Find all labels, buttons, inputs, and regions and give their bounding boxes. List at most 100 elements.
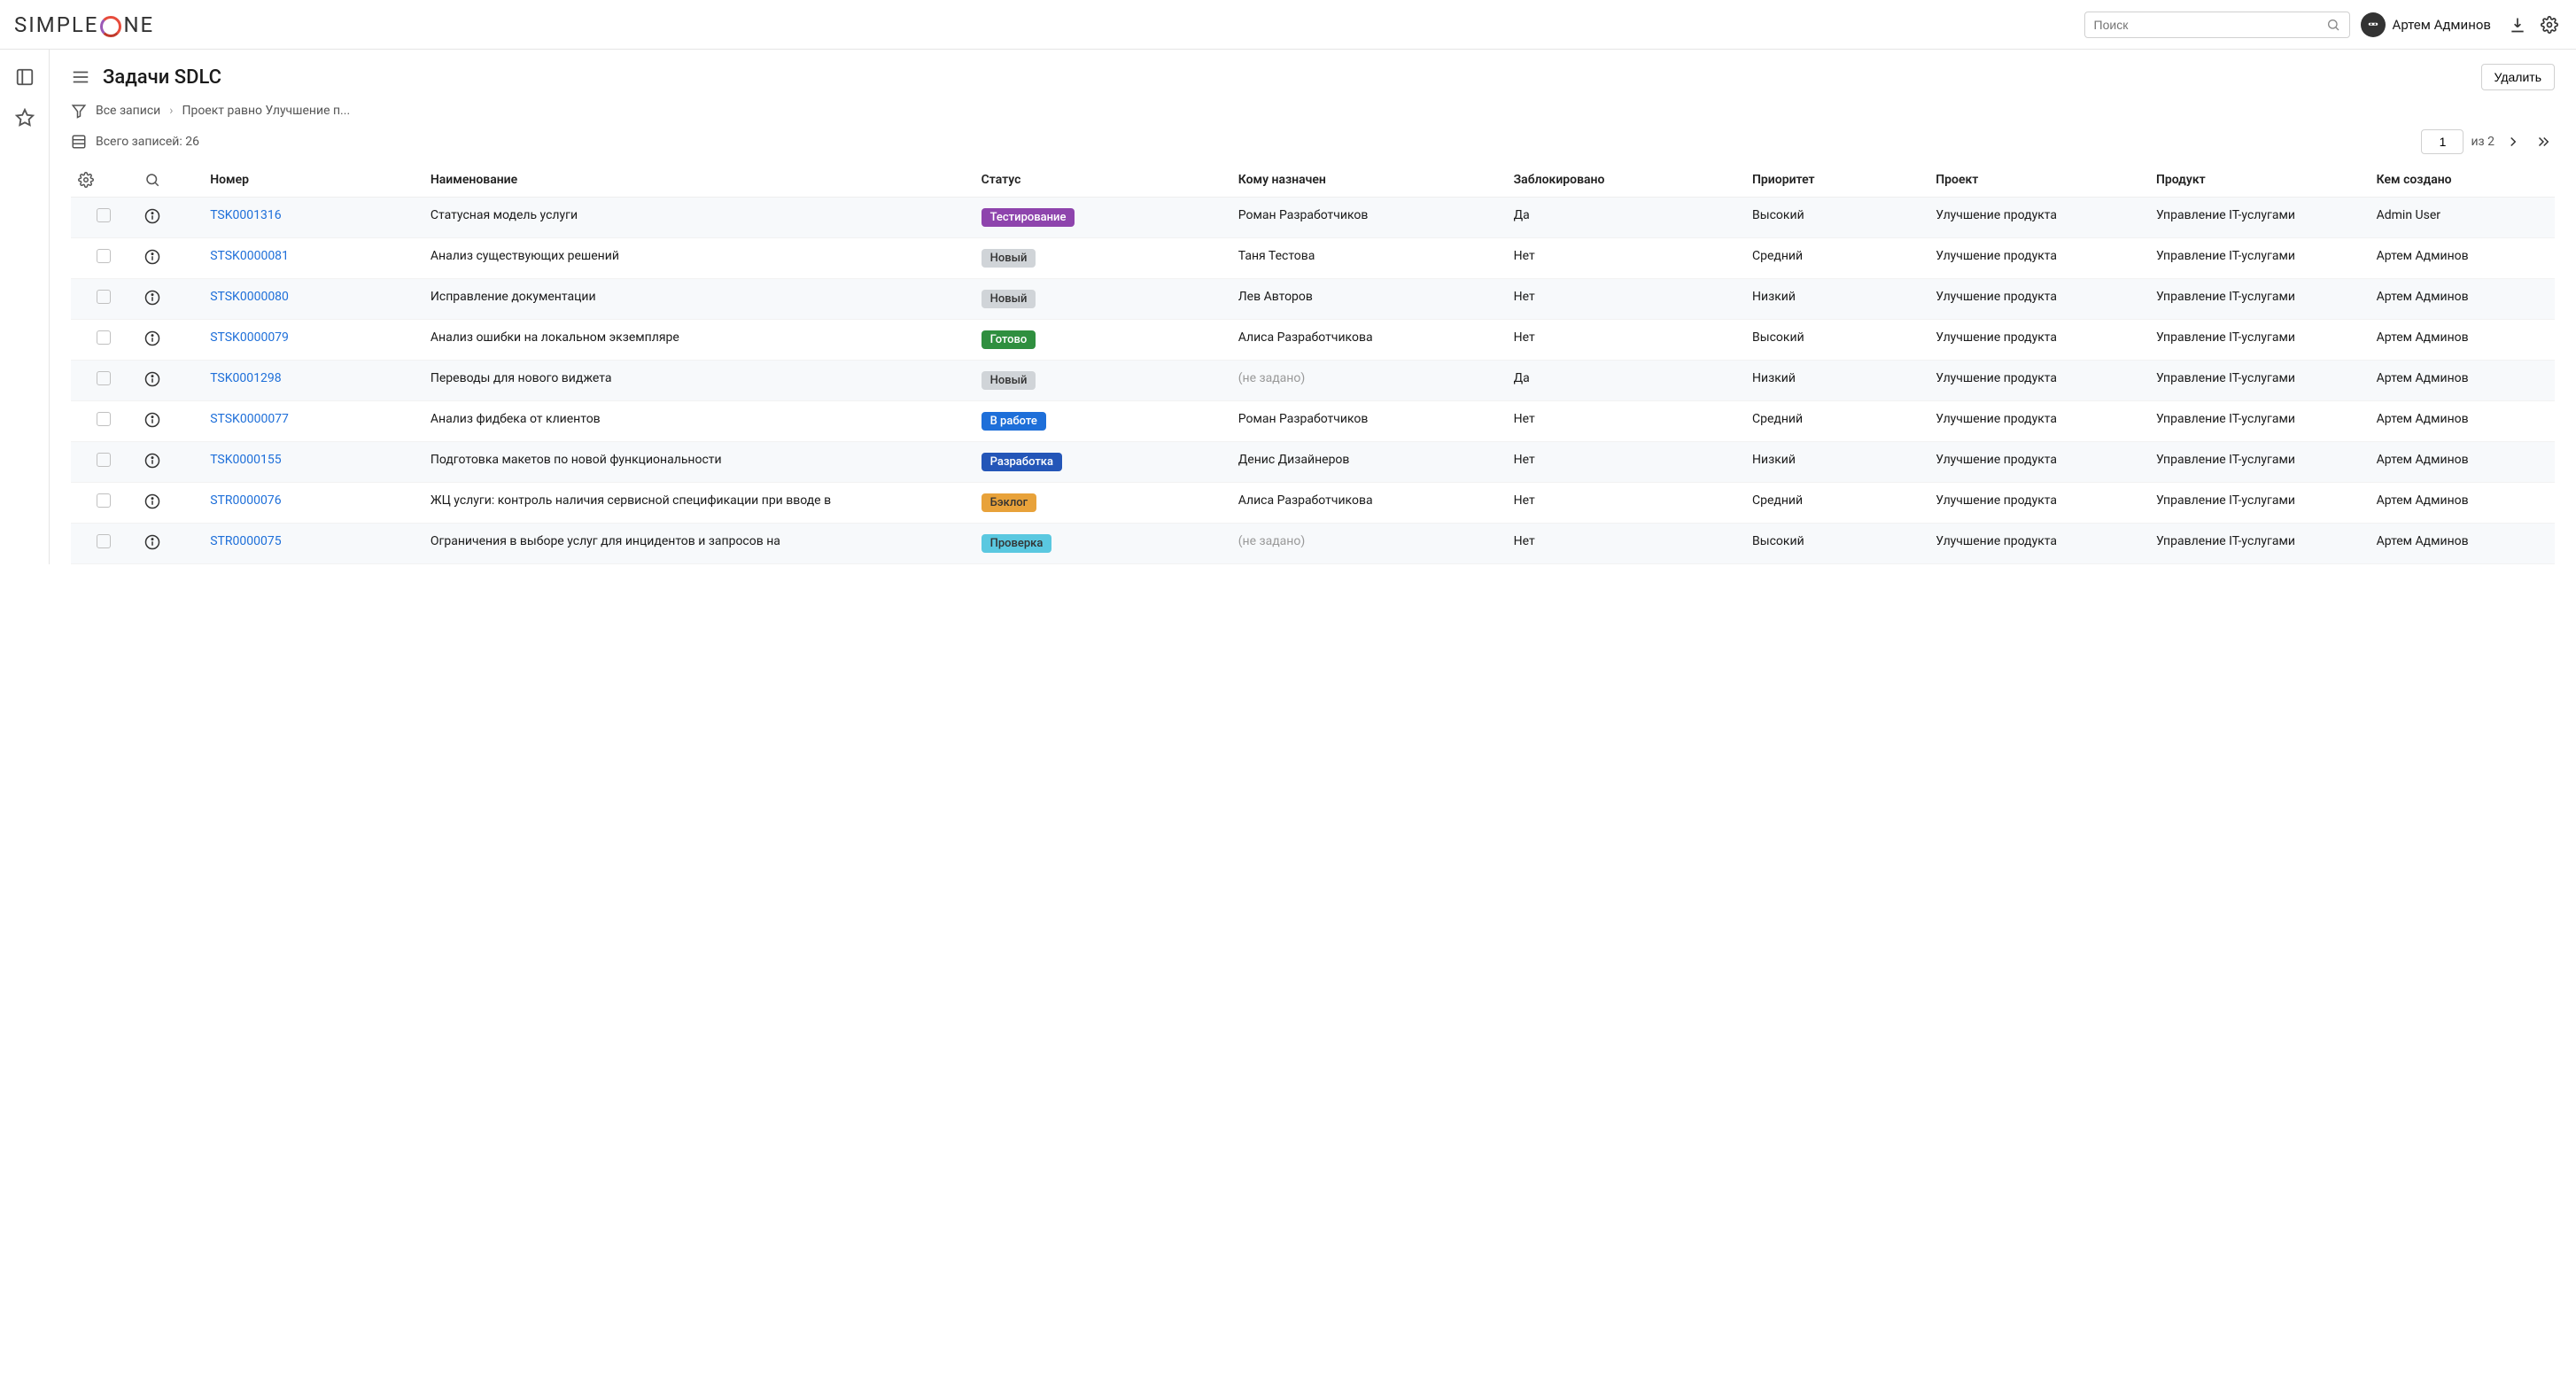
user-area: Артем Админов	[2361, 12, 2562, 37]
sidebar	[0, 50, 50, 564]
row-checkbox[interactable]	[97, 371, 111, 385]
project-value: Улучшение продукта	[1928, 198, 2149, 238]
page-title: Задачи SDLC	[103, 66, 221, 89]
priority-value: Низкий	[1745, 361, 1928, 401]
task-name: ЖЦ услуги: контроль наличия сервисной сп…	[423, 483, 974, 524]
task-name: Анализ существующих решений	[423, 238, 974, 279]
settings-icon[interactable]	[2537, 12, 2562, 37]
page-input[interactable]	[2421, 129, 2463, 154]
task-name: Анализ фидбека от клиентов	[423, 401, 974, 442]
row-checkbox[interactable]	[97, 534, 111, 548]
col-blocked[interactable]: Заблокировано	[1507, 163, 1745, 198]
blocked-value: Нет	[1507, 483, 1745, 524]
breadcrumb-filter[interactable]: Проект равно Улучшение п...	[182, 104, 350, 118]
row-checkbox[interactable]	[97, 208, 111, 222]
assigned-to: Алиса Разработчикова	[1238, 493, 1373, 508]
info-icon[interactable]	[144, 249, 197, 265]
table-row: STR0000075 Ограничения в выборе услуг дл…	[71, 524, 2555, 564]
delete-button[interactable]: Удалить	[2481, 64, 2555, 90]
task-number-link[interactable]: STSK0000079	[210, 330, 289, 345]
row-checkbox[interactable]	[97, 290, 111, 304]
col-status[interactable]: Статус	[974, 163, 1231, 198]
assigned-to: (не задано)	[1238, 371, 1305, 385]
filter-icon[interactable]	[71, 103, 87, 119]
pager: из 2	[2421, 129, 2555, 154]
col-priority[interactable]: Приоритет	[1745, 163, 1928, 198]
blocked-value: Да	[1507, 198, 1745, 238]
info-icon[interactable]	[144, 208, 197, 224]
row-checkbox[interactable]	[97, 412, 111, 426]
table-search-icon[interactable]	[144, 172, 197, 188]
last-page-icon[interactable]	[2532, 130, 2555, 153]
next-page-icon[interactable]	[2502, 130, 2525, 153]
creator-value: Артем Админов	[2370, 483, 2555, 524]
project-value: Улучшение продукта	[1928, 238, 2149, 279]
user-name[interactable]: Артем Админов	[2393, 17, 2491, 33]
search-input[interactable]	[2094, 18, 2326, 32]
table-row: STSK0000079 Анализ ошибки на локальном э…	[71, 320, 2555, 361]
info-icon[interactable]	[144, 330, 197, 346]
info-icon[interactable]	[144, 290, 197, 306]
info-icon[interactable]	[144, 534, 197, 550]
col-name[interactable]: Наименование	[423, 163, 974, 198]
product-value: Управление IT-услугами	[2149, 524, 2370, 564]
task-number-link[interactable]: STSK0000080	[210, 290, 289, 304]
download-icon[interactable]	[2505, 12, 2530, 37]
menu-icon[interactable]	[71, 67, 90, 87]
info-icon[interactable]	[144, 412, 197, 428]
table-row: TSK0001298 Переводы для нового виджета Н…	[71, 361, 2555, 401]
info-icon[interactable]	[144, 371, 197, 387]
project-value: Улучшение продукта	[1928, 442, 2149, 483]
info-icon[interactable]	[144, 493, 197, 509]
col-number[interactable]: Номер	[203, 163, 423, 198]
table-row: STSK0000080 Исправление документации Нов…	[71, 279, 2555, 320]
task-name: Статусная модель услуги	[423, 198, 974, 238]
chevron-right-icon: ›	[169, 104, 173, 118]
row-checkbox[interactable]	[97, 493, 111, 508]
task-name: Исправление документации	[423, 279, 974, 320]
task-number-link[interactable]: STSK0000081	[210, 249, 289, 263]
global-search[interactable]	[2084, 12, 2350, 38]
priority-value: Низкий	[1745, 442, 1928, 483]
task-number-link[interactable]: STR0000076	[210, 493, 281, 508]
status-badge: Новый	[982, 249, 1036, 268]
row-checkbox[interactable]	[97, 249, 111, 263]
row-checkbox[interactable]	[97, 330, 111, 345]
breadcrumb: Все записи › Проект равно Улучшение п...	[71, 103, 2555, 119]
col-assigned[interactable]: Кому назначен	[1231, 163, 1507, 198]
task-number-link[interactable]: TSK0000155	[210, 453, 281, 467]
product-value: Управление IT-услугами	[2149, 361, 2370, 401]
panel-icon[interactable]	[15, 67, 35, 87]
table-settings-icon[interactable]	[78, 172, 130, 188]
assigned-to: Денис Дизайнеров	[1238, 453, 1350, 467]
table-row: TSK0001316 Статусная модель услуги Тести…	[71, 198, 2555, 238]
creator-value: Артем Админов	[2370, 442, 2555, 483]
creator-value: Admin User	[2370, 198, 2555, 238]
priority-value: Высокий	[1745, 320, 1928, 361]
page-of-label: из 2	[2471, 135, 2495, 149]
logo-o-icon	[100, 16, 121, 37]
list-icon[interactable]	[71, 134, 87, 150]
task-number-link[interactable]: TSK0001298	[210, 371, 281, 385]
avatar[interactable]	[2361, 12, 2386, 37]
breadcrumb-all[interactable]: Все записи	[96, 104, 160, 118]
col-creator[interactable]: Кем создано	[2370, 163, 2555, 198]
blocked-value: Нет	[1507, 279, 1745, 320]
creator-value: Артем Админов	[2370, 361, 2555, 401]
info-icon[interactable]	[144, 453, 197, 469]
priority-value: Средний	[1745, 401, 1928, 442]
logo[interactable]: SIMPLENE	[14, 12, 154, 37]
col-product[interactable]: Продукт	[2149, 163, 2370, 198]
task-number-link[interactable]: STR0000075	[210, 534, 281, 548]
task-name: Подготовка макетов по новой функциональн…	[423, 442, 974, 483]
task-number-link[interactable]: STSK0000077	[210, 412, 289, 426]
star-icon[interactable]	[15, 108, 35, 128]
project-value: Улучшение продукта	[1928, 483, 2149, 524]
assigned-to: Алиса Разработчикова	[1238, 330, 1373, 345]
table-row: STSK0000081 Анализ существующих решений …	[71, 238, 2555, 279]
row-checkbox[interactable]	[97, 453, 111, 467]
task-number-link[interactable]: TSK0001316	[210, 208, 281, 222]
col-project[interactable]: Проект	[1928, 163, 2149, 198]
status-badge: Проверка	[982, 534, 1052, 553]
status-badge: Новый	[982, 371, 1036, 390]
